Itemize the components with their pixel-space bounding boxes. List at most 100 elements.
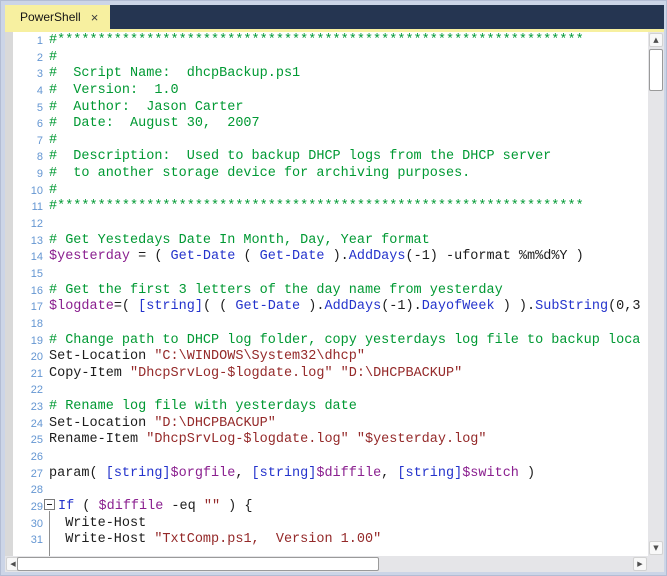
code-line[interactable]: # [49,183,648,200]
code-token: "DhcpSrvLog-$logdate.log" [130,365,333,381]
code-token: "D:\DHCPBACKUP" [154,415,276,431]
code-line[interactable]: # Script Name: dhcpBackup.ps1 [49,66,648,83]
code-line[interactable]: $logdate=( [string]( ( Get-Date ).AddDay… [49,299,648,316]
vertical-scrollbar[interactable]: ▲ ▼ [648,32,664,556]
code-token: ). [300,299,325,315]
scroll-left-icon: ◀ [10,559,16,568]
code-token: Get-Date [170,249,236,265]
code-token: # Author: Jason Carter [49,99,244,115]
code-token: Get-Date [235,299,301,315]
code-token: "C:\WINDOWS\System32\dhcp" [154,349,365,365]
code-token: =( [113,299,139,315]
code-line[interactable]: # Version: 1.0 [49,83,648,100]
code-line[interactable] [49,482,648,499]
code-token: # [49,49,58,65]
code-token: AddDays [348,249,406,265]
code-line[interactable]: Rename-Item "DhcpSrvLog-$logdate.log" "$… [49,432,648,449]
code-line[interactable]: # Rename log file with yesterdays date [49,399,648,416]
horizontal-scrollbar[interactable]: ◀ ▶ [5,556,648,572]
code-line[interactable]: Copy-Item "DhcpSrvLog-$logdate.log" "D:\… [49,366,648,383]
fold-guide-line [49,511,50,556]
code-token: # Rename log file with yesterdays date [49,399,357,415]
code-token: ) [518,465,536,481]
code-line[interactable]: If ( $diffile -eq "" ) { [44,498,648,516]
scrollbar-corner [648,556,664,572]
code-line[interactable]: # [49,133,648,150]
code-token: If [58,499,75,514]
code-token: [string] [138,299,203,315]
code-line[interactable]: # Date: August 30, 2007 [49,116,648,133]
code-token: , [235,465,252,481]
code-line[interactable]: # Get Yestedays Date In Month, Day, Year… [49,233,648,250]
code-line[interactable]: #***************************************… [49,33,648,50]
tab-label: PowerShell [20,10,81,24]
code-line[interactable] [49,316,648,333]
code-token: [string] [105,465,171,481]
code-line[interactable]: $yesterday = ( Get-Date ( Get-Date ).Add… [49,249,648,266]
code-token: param( [49,465,106,481]
code-token: "TxtComp.ps1, Version 1.00" [154,532,382,548]
code-token: $diffile [316,465,382,481]
code-line[interactable]: Set-Location "D:\DHCPBACKUP" [49,416,648,433]
code-token: # Description: Used to backup DHCP logs … [49,149,552,165]
code-token: "$yesterday.log" [356,432,487,448]
code-token: (-1) -uformat %m%d%Y ) [405,249,584,265]
code-line[interactable]: # [49,50,648,67]
code-line[interactable]: Write-Host [49,516,648,533]
code-token: ( ( [202,299,236,315]
code-token: # to another storage device for archivin… [49,166,471,182]
code-line[interactable]: #***************************************… [49,199,648,216]
code-token: = ( [130,249,171,265]
code-token: ) ). [494,299,536,315]
code-token: ( [235,249,260,265]
code-line[interactable] [49,382,648,399]
horizontal-scrollbar-thumb[interactable] [17,557,379,571]
code-line[interactable]: # to another storage device for archivin… [49,166,648,183]
code-token: DayofWeek [421,299,495,315]
code-line[interactable]: # Author: Jason Carter [49,100,648,117]
script-editor-window: PowerShell × 1 2 3 4 5 6 7 8 9 10 11 12 13 14 15 16 17 18… [0,0,667,576]
code-token: # Version: 1.0 [49,82,179,98]
scroll-up-button[interactable]: ▲ [649,33,663,47]
code-token: Copy-Item [49,365,131,381]
scroll-down-button[interactable]: ▼ [649,541,663,555]
code-token: -eq [163,499,204,514]
code-token: # Date: August 30, 2007 [49,116,260,132]
fold-collapse-icon[interactable] [44,498,55,510]
code-token: SubString [535,299,609,315]
close-icon[interactable]: × [91,11,99,24]
code-line[interactable]: Set-Location "C:\WINDOWS\System32\dhcp" [49,349,648,366]
code-token: Get-Date [259,249,325,265]
scroll-up-icon: ▲ [653,35,659,44]
code-token: $logdate [49,299,114,315]
code-token: AddDays [324,299,382,315]
code-token: Write-Host [49,515,147,531]
code-token: [string] [397,465,463,481]
code-token: # Script Name: dhcpBackup.ps1 [49,66,301,82]
code-line[interactable]: Write-Host "TxtComp.ps1, Version 1.00" [49,532,648,549]
code-token: #***************************************… [49,33,584,48]
code-line[interactable]: # Get the first 3 letters of the day nam… [49,283,648,300]
code-token: ( [74,499,99,514]
code-line[interactable] [49,266,648,283]
code-token: Rename-Item [49,432,147,448]
code-line[interactable]: # Change path to DHCP log folder, copy y… [49,333,648,350]
code-token: (0,3 [608,299,641,315]
code-line[interactable] [49,449,648,466]
vertical-scrollbar-thumb[interactable] [649,49,663,91]
code-token: #***************************************… [49,199,584,215]
code-area[interactable]: #***************************************… [5,33,648,549]
scroll-down-icon: ▼ [653,543,659,552]
code-line[interactable] [49,216,648,233]
scroll-right-icon: ▶ [637,559,643,568]
code-token: , [381,465,398,481]
code-line[interactable]: # Description: Used to backup DHCP logs … [49,149,648,166]
code-editor[interactable]: 1 2 3 4 5 6 7 8 9 10 11 12 13 14 15 16 17 18 19 20 21 22 23 24 2… [5,32,648,556]
tab-powershell[interactable]: PowerShell × [5,5,111,29]
code-line[interactable]: param( [string]$orgfile, [string]$diffil… [49,466,648,483]
code-token: Set-Location [49,415,155,431]
scroll-right-button[interactable]: ▶ [633,557,647,571]
code-token: # Get the first 3 letters of the day nam… [49,282,503,298]
code-token: $yesterday [49,249,131,265]
